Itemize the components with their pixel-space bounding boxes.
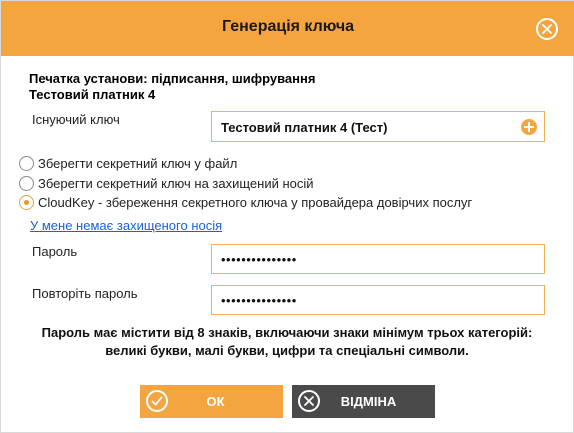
option-cloudkey-label: CloudKey - збереження секретного ключа у… — [38, 194, 473, 210]
option-save-to-file[interactable]: Зберегти секретний ключ у файл — [19, 154, 237, 172]
existing-key-value: Тестовий платник 4 (Тест) — [221, 120, 388, 135]
option-cloudkey[interactable]: CloudKey - збереження секретного ключа у… — [19, 193, 472, 211]
confirm-password-label: Повторіть пароль — [32, 286, 138, 301]
existing-key-select[interactable]: Тестовий платник 4 (Тест) — [211, 111, 545, 142]
add-key-icon[interactable] — [521, 119, 537, 135]
cancel-button-label: ВІДМІНА — [340, 394, 397, 409]
confirm-password-field[interactable] — [211, 285, 545, 315]
password-field[interactable] — [211, 244, 545, 274]
password-hint-line2: великі букви, малі букви, цифри та спеці… — [105, 343, 469, 358]
dialog-titlebar: Генерація ключа — [1, 1, 574, 56]
option-save-to-file-label: Зберегти секретний ключ у файл — [38, 155, 238, 171]
radio-save-to-secure-media[interactable] — [19, 175, 34, 191]
ok-button[interactable]: ОК — [140, 385, 283, 418]
cancel-button[interactable]: ВІДМІНА — [292, 385, 435, 418]
seal-owner: Тестовий платник 4 — [29, 87, 156, 102]
close-icon — [542, 24, 552, 34]
existing-key-label: Існуючий ключ — [32, 112, 120, 127]
password-input[interactable] — [212, 245, 544, 273]
confirm-password-input[interactable] — [212, 286, 544, 314]
no-secure-media-link[interactable]: У мене немає захищеного носія — [30, 218, 222, 233]
radio-cloudkey[interactable] — [19, 194, 34, 210]
generate-key-dialog: Генерація ключа Печатка установи: підпис… — [0, 0, 574, 433]
close-button[interactable] — [536, 18, 558, 40]
password-label: Пароль — [32, 244, 78, 259]
option-save-to-secure-media[interactable]: Зберегти секретний ключ на захищений нос… — [19, 174, 314, 192]
dialog-title: Генерація ключа — [221, 18, 355, 35]
radio-save-to-file[interactable] — [19, 155, 34, 171]
password-hint-line1: Пароль має містити від 8 знаків, включаю… — [41, 325, 533, 340]
ok-button-label: ОК — [206, 394, 225, 409]
option-save-to-secure-media-label: Зберегти секретний ключ на захищений нос… — [38, 175, 314, 191]
password-hint: Пароль має містити від 8 знаків, включаю… — [1, 324, 573, 360]
seal-purpose: Печатка установи: підписання, шифрування — [29, 71, 316, 86]
